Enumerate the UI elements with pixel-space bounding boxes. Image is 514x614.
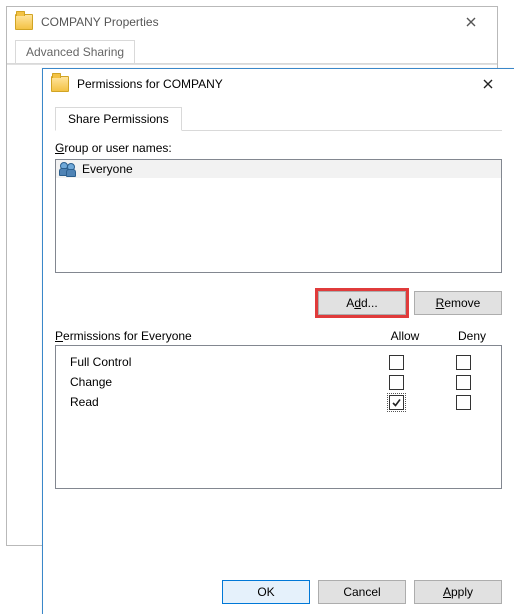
folder-icon — [51, 76, 69, 92]
folder-icon — [15, 14, 33, 30]
perm-row-change: Change — [64, 372, 493, 392]
checkbox-read-deny[interactable] — [456, 395, 471, 410]
tab-advanced-sharing[interactable]: Advanced Sharing — [15, 40, 135, 63]
checkbox-full-allow[interactable] — [389, 355, 404, 370]
add-button[interactable]: Add... — [318, 291, 406, 315]
checkbox-read-allow[interactable] — [389, 395, 404, 410]
group-names-label: Group or user names: — [55, 141, 502, 155]
close-icon — [466, 17, 476, 27]
checkbox-full-deny[interactable] — [456, 355, 471, 370]
perm-row-full-control: Full Control — [64, 352, 493, 372]
close-icon — [483, 79, 493, 89]
list-item-label: Everyone — [82, 162, 133, 176]
properties-titlebar: COMPANY Properties — [7, 7, 497, 37]
permissions-titlebar: Permissions for COMPANY — [43, 69, 514, 99]
group-icon — [60, 162, 76, 176]
ok-button[interactable]: OK — [222, 580, 310, 604]
permissions-grid: Full Control Change Read — [55, 345, 502, 489]
properties-title: COMPANY Properties — [41, 15, 159, 29]
permissions-close-button[interactable] — [470, 71, 506, 97]
perm-row-read: Read — [64, 392, 493, 412]
col-allow: Allow — [368, 329, 442, 343]
permissions-header: Permissions for Everyone Allow Deny — [55, 329, 502, 343]
apply-button[interactable]: Apply — [414, 580, 502, 604]
remove-button[interactable]: Remove — [414, 291, 502, 315]
properties-close-button[interactable] — [453, 9, 489, 35]
properties-tabstrip: Advanced Sharing — [7, 37, 497, 64]
group-user-list[interactable]: Everyone — [55, 159, 502, 273]
list-item-everyone[interactable]: Everyone — [56, 160, 501, 178]
col-deny: Deny — [442, 329, 502, 343]
cancel-button[interactable]: Cancel — [318, 580, 406, 604]
permissions-title: Permissions for COMPANY — [77, 77, 223, 91]
dialog-buttons: OK Cancel Apply — [43, 580, 514, 604]
tab-share-permissions[interactable]: Share Permissions — [55, 107, 182, 131]
permissions-dialog: Permissions for COMPANY Share Permission… — [42, 68, 514, 614]
checkbox-change-deny[interactable] — [456, 375, 471, 390]
checkbox-change-allow[interactable] — [389, 375, 404, 390]
